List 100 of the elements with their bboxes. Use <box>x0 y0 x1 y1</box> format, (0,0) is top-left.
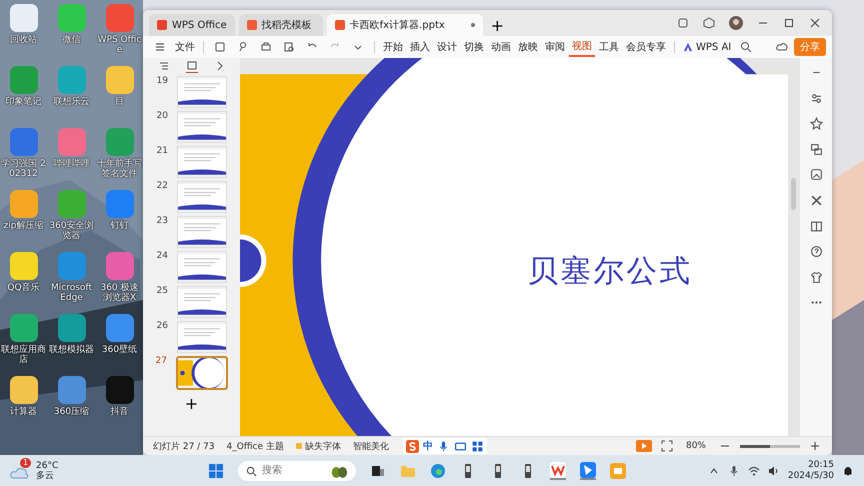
slide-number: 21 <box>156 146 168 156</box>
zoom-value[interactable]: 80% <box>682 441 710 451</box>
icon-label: 360安全浏览器 <box>48 221 95 241</box>
zoom-in-icon[interactable] <box>809 440 821 452</box>
speaker-icon[interactable] <box>768 464 780 476</box>
slide-number: 25 <box>156 286 168 296</box>
slide-number: 27 <box>156 356 168 366</box>
icon-label: 十年前手写签名文件 <box>96 159 143 179</box>
fruit-icon[interactable] <box>330 464 348 478</box>
icon-label: 回收站 <box>10 35 37 45</box>
sogou-logo-icon[interactable] <box>406 440 419 452</box>
new-tab-button[interactable]: + <box>486 14 508 36</box>
menu-icon[interactable] <box>154 41 166 53</box>
cube-icon[interactable] <box>703 17 715 29</box>
window-icon[interactable] <box>677 17 689 29</box>
ribbon-tab[interactable]: 开始 <box>380 38 406 56</box>
slide-number: 23 <box>156 216 168 226</box>
icon-label: 钉钉 <box>110 221 128 231</box>
tools-icon[interactable] <box>810 194 822 207</box>
slide-number: 20 <box>156 111 168 121</box>
search-field[interactable]: 搜索 <box>238 460 356 480</box>
icon-label: Microsoft Edge <box>50 283 93 303</box>
ribbon-tab[interactable]: 放映 <box>515 38 541 56</box>
pin-icon[interactable] <box>237 41 249 53</box>
print-icon[interactable] <box>260 41 272 53</box>
document-tab[interactable]: WPS Office <box>149 14 235 36</box>
clock-date[interactable]: 2024/5/30 <box>788 470 834 482</box>
notification-badge: 1 <box>20 458 32 468</box>
cloud-icon[interactable] <box>776 41 788 53</box>
shirt-icon[interactable] <box>810 270 822 284</box>
icon-label: WPS Office <box>96 35 142 55</box>
document-tab[interactable]: 找稻壳模板 <box>238 14 323 36</box>
ribbon-tab[interactable]: 动画 <box>488 38 514 56</box>
image-icon[interactable] <box>810 168 822 182</box>
search-icon <box>246 466 257 476</box>
layers-icon[interactable] <box>810 142 822 156</box>
icon-label: 360壁纸 <box>102 345 138 355</box>
ribbon-tab[interactable]: 审阅 <box>542 38 568 56</box>
ribbon-tab[interactable]: 设计 <box>434 38 460 56</box>
slides-view-icon[interactable] <box>186 60 198 72</box>
slide-title: 贝塞尔公式 <box>527 254 692 289</box>
icon-label: 联想应用商店 <box>0 345 47 365</box>
sliders-icon[interactable] <box>810 92 822 105</box>
app-icon[interactable] <box>10 314 38 342</box>
icon-label: 计算器 <box>10 407 37 417</box>
play-icon[interactable] <box>636 440 652 452</box>
close-icon[interactable] <box>809 17 821 29</box>
icon-label: 哔哩哔哩 <box>54 159 90 169</box>
save-icon[interactable] <box>214 41 226 53</box>
icon-label: 抖音 <box>110 407 128 417</box>
maximize-icon[interactable] <box>783 17 795 29</box>
search-icon[interactable] <box>740 41 752 53</box>
star-icon[interactable] <box>810 117 822 130</box>
add-slide-button[interactable]: + <box>178 393 204 414</box>
paper-plane-icon[interactable] <box>580 462 596 480</box>
beautify-button[interactable]: 智能美化 <box>348 440 393 452</box>
icon-label: 360压缩 <box>54 407 90 417</box>
icon-label: 学习强国 202312 <box>0 159 47 179</box>
ribbon-tab[interactable]: 会员专享 <box>623 38 669 56</box>
unsaved-dot-icon <box>470 23 475 27</box>
outline-icon[interactable] <box>158 60 170 72</box>
fit-icon[interactable] <box>660 440 673 452</box>
scrollbar-thumb[interactable] <box>791 178 796 210</box>
bell-icon[interactable] <box>842 464 854 476</box>
weather-condition: 多云 <box>36 470 55 480</box>
browser-icon[interactable] <box>430 462 446 478</box>
icon-label: 360 极速浏览器X <box>99 283 140 303</box>
slide-counter: 幻灯片 27 / 73 <box>152 440 216 452</box>
app-icon[interactable] <box>58 314 86 342</box>
help-icon[interactable] <box>810 245 822 258</box>
ai-button[interactable]: WPS AI <box>680 40 734 54</box>
slide-number: 26 <box>156 321 168 331</box>
ribbon-tab[interactable]: 切换 <box>461 38 487 56</box>
keyboard-icon[interactable] <box>454 440 467 452</box>
app-icon[interactable] <box>58 376 86 404</box>
start-icon[interactable] <box>208 462 224 478</box>
clock-time[interactable]: 20:15 <box>808 460 834 470</box>
avatar-icon[interactable] <box>729 16 743 30</box>
document-tab[interactable]: 卡西欧fx计算器.pptx <box>326 14 483 36</box>
slide-thumbnail[interactable] <box>176 356 228 390</box>
app-icon[interactable] <box>10 376 38 404</box>
ribbon-tab[interactable]: 插入 <box>407 38 433 56</box>
temperature: 26°C <box>36 460 58 470</box>
wifi-icon[interactable] <box>748 464 760 476</box>
app-icon[interactable] <box>106 314 134 342</box>
zoom-slider[interactable] <box>740 444 800 448</box>
ribbon-tab[interactable]: 工具 <box>596 38 622 56</box>
icon-label: 印象笔记 <box>6 97 42 107</box>
slide-number: 19 <box>156 76 168 86</box>
grid-icon[interactable] <box>470 440 484 452</box>
microphone-icon[interactable] <box>728 464 740 476</box>
book-icon[interactable] <box>810 220 822 233</box>
ime-mode[interactable]: 中 <box>422 439 433 453</box>
slide-number: 22 <box>156 181 168 191</box>
missing-fonts-button[interactable]: 缺失字体 <box>292 440 345 452</box>
preview-icon[interactable] <box>283 41 295 53</box>
icon-label: 目 <box>115 97 124 107</box>
theme-button[interactable]: 4_Office 主题 <box>222 440 288 452</box>
file-menu[interactable]: 文件 <box>172 38 198 56</box>
app-logo-icon[interactable] <box>550 462 566 480</box>
